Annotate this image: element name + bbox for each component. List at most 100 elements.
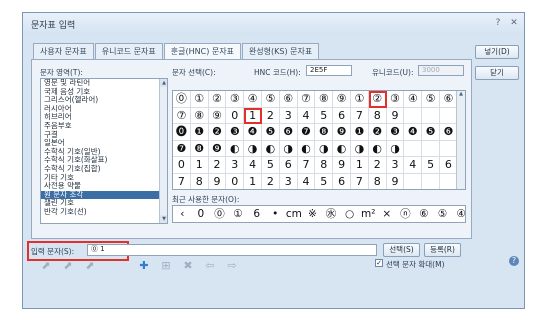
char-cell[interactable]: ◑ bbox=[386, 140, 405, 158]
char-cell[interactable]: 2 bbox=[368, 157, 387, 174]
char-cell[interactable]: ❼ bbox=[173, 140, 191, 158]
char-cell[interactable] bbox=[404, 140, 423, 158]
recent-chars-bar[interactable]: ‹ 0 ⓪ ① 6 • cm ※ ㊌ ○ m² × ⓝ ⑥ ⑤ ④ bbox=[172, 205, 466, 223]
char-cell[interactable]: 6 bbox=[333, 107, 351, 125]
char-cell[interactable]: ◐ bbox=[262, 140, 280, 158]
char-cell[interactable] bbox=[404, 107, 423, 125]
char-cell[interactable]: ⑨ bbox=[333, 91, 351, 108]
char-cell[interactable]: 0 bbox=[173, 157, 191, 174]
char-cell[interactable]: ❽ bbox=[190, 140, 209, 158]
area-list[interactable]: 영문 및 라틴어 국제 음성 기호 그리스어(헬라어) 러시아어 히브리어 주음부호 구결 일… bbox=[40, 78, 168, 224]
char-cell[interactable]: ⑨ bbox=[208, 107, 227, 125]
recent-char[interactable]: ④ bbox=[452, 206, 471, 222]
char-cell[interactable]: 7 bbox=[351, 174, 369, 189]
grid-scroll-up-icon[interactable]: ▲ bbox=[457, 91, 465, 99]
char-cell[interactable]: ⑤ bbox=[262, 91, 280, 108]
recent-char[interactable]: ㊌ bbox=[322, 206, 341, 222]
char-cell[interactable]: 1 bbox=[244, 174, 262, 189]
char-cell[interactable]: 7 bbox=[173, 174, 191, 189]
char-cell[interactable]: 3 bbox=[226, 157, 245, 174]
char-cell[interactable]: 1 bbox=[244, 107, 262, 125]
tab-unicode-chars[interactable]: 유니코드 문자표 bbox=[94, 43, 163, 59]
input-char-field[interactable]: ⓪ 1 bbox=[87, 244, 377, 256]
tab-ks-chars[interactable]: 완성형(KS) 문자표 bbox=[241, 43, 320, 59]
char-cell[interactable] bbox=[404, 174, 423, 189]
char-cell[interactable]: ❺ bbox=[262, 124, 280, 141]
char-cell[interactable] bbox=[422, 140, 440, 158]
move-left-icon[interactable]: ⇦ bbox=[203, 259, 217, 272]
char-cell[interactable]: ⑧ bbox=[315, 91, 334, 108]
char-cell[interactable]: 7 bbox=[351, 107, 369, 125]
recent-char[interactable]: cm bbox=[285, 206, 304, 222]
char-cell[interactable]: 6 bbox=[333, 174, 351, 189]
char-cell[interactable]: 0 bbox=[226, 174, 245, 189]
close-icon[interactable]: ✕ bbox=[509, 18, 519, 29]
char-cell[interactable]: ⑧ bbox=[190, 107, 209, 125]
char-cell[interactable]: ⓪ bbox=[173, 91, 191, 108]
char-cell[interactable]: ◐ bbox=[226, 140, 245, 158]
char-cell[interactable]: ◐ bbox=[368, 140, 387, 158]
tab-hnc-chars[interactable]: 훈글(HNC) 문자표 bbox=[163, 43, 241, 60]
help-icon[interactable]: ? bbox=[493, 18, 503, 29]
recent-char[interactable]: × bbox=[378, 206, 397, 222]
char-cell[interactable]: ④ bbox=[244, 91, 262, 108]
recent-char[interactable]: ○ bbox=[340, 206, 359, 222]
char-cell[interactable]: 8 bbox=[315, 157, 334, 174]
char-cell[interactable]: 4 bbox=[244, 157, 262, 174]
char-cell[interactable]: 8 bbox=[191, 174, 209, 189]
char-cell[interactable]: 8 bbox=[369, 174, 387, 189]
scroll-up-icon[interactable]: ▲ bbox=[160, 79, 167, 87]
char-cell[interactable]: ❸ bbox=[386, 124, 405, 141]
hnc-code-field[interactable]: 2E5F bbox=[306, 65, 352, 76]
char-cell[interactable]: 5 bbox=[422, 157, 440, 174]
char-cell[interactable]: ③ bbox=[226, 91, 245, 108]
tab-user-chars[interactable]: 사용자 문자표 bbox=[33, 43, 94, 59]
area-list-scrollbar[interactable]: ▲ ▼ bbox=[159, 79, 167, 223]
char-cell[interactable]: 1 bbox=[351, 157, 369, 174]
char-cell[interactable]: ❷ bbox=[368, 124, 387, 141]
scroll-down-icon[interactable]: ▼ bbox=[160, 215, 167, 223]
user-delete-icon[interactable]: ⬈ bbox=[83, 259, 97, 272]
char-cell[interactable]: ◐ bbox=[297, 140, 316, 158]
char-cell[interactable]: 2 bbox=[208, 157, 227, 174]
move-right-icon[interactable]: ⇨ bbox=[225, 259, 239, 272]
char-cell[interactable]: ◑ bbox=[315, 140, 334, 158]
char-cell[interactable]: ❷ bbox=[208, 124, 227, 141]
char-cell[interactable]: ④ bbox=[404, 91, 423, 108]
char-cell[interactable]: ❶ bbox=[190, 124, 209, 141]
char-cell[interactable]: 4 bbox=[297, 107, 316, 125]
char-cell[interactable]: ❼ bbox=[297, 124, 316, 141]
char-grid[interactable]: ⓪①②③④⑤⑥⑦⑧⑨①②③④⑤⑥⑦⑧⑨0123456789⓿❶❷❸❹❺❻❼❽❾❶… bbox=[172, 90, 466, 190]
char-cell[interactable]: 6 bbox=[279, 157, 298, 174]
char-cell[interactable]: ◑ bbox=[244, 140, 262, 158]
char-cell[interactable]: 5 bbox=[315, 107, 334, 125]
char-cell[interactable]: ❾ bbox=[208, 140, 227, 158]
char-cell[interactable]: ❸ bbox=[226, 124, 245, 141]
recent-char[interactable]: ① bbox=[229, 206, 248, 222]
recent-char[interactable]: ⑤ bbox=[433, 206, 452, 222]
char-cell[interactable]: 0 bbox=[226, 107, 245, 125]
insert-row-icon[interactable]: ⊞ bbox=[159, 259, 173, 272]
recent-char[interactable]: • bbox=[266, 206, 285, 222]
char-cell[interactable]: 1 bbox=[190, 157, 209, 174]
char-cell[interactable]: ❽ bbox=[315, 124, 334, 141]
recent-char[interactable]: ⑥ bbox=[415, 206, 434, 222]
char-cell[interactable]: ◐ bbox=[333, 140, 351, 158]
char-cell[interactable]: ① bbox=[190, 91, 209, 108]
area-list-item[interactable]: 주음부호 bbox=[41, 121, 167, 131]
char-cell[interactable]: ⑦ bbox=[173, 107, 191, 125]
char-cell[interactable]: 3 bbox=[279, 107, 298, 125]
enlarge-checkbox[interactable]: ✓ bbox=[375, 259, 383, 267]
char-cell[interactable]: 7 bbox=[297, 157, 316, 174]
char-cell[interactable]: ③ bbox=[386, 91, 405, 108]
char-cell[interactable]: ⑥ bbox=[279, 91, 298, 108]
char-cell[interactable]: 4 bbox=[404, 157, 423, 174]
char-cell[interactable]: ❻ bbox=[279, 124, 298, 141]
recent-char[interactable]: m² bbox=[359, 206, 378, 222]
char-cell[interactable]: ❹ bbox=[404, 124, 423, 141]
char-cell[interactable]: 9 bbox=[387, 174, 405, 189]
char-cell[interactable]: ⑤ bbox=[422, 91, 440, 108]
close-button[interactable]: 닫기 bbox=[475, 66, 519, 80]
char-cell[interactable]: 5 bbox=[262, 157, 280, 174]
recent-char[interactable]: ※ bbox=[303, 206, 322, 222]
